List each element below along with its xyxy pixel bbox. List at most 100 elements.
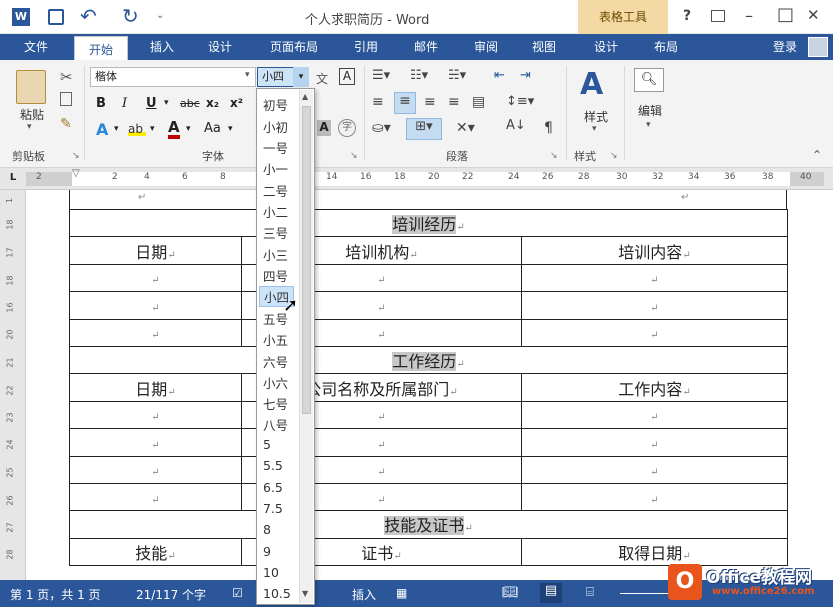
character-shading-icon[interactable]: A — [317, 120, 331, 136]
sort-icon[interactable]: A↓ — [506, 118, 526, 133]
table-cell[interactable]: ↵ — [521, 482, 788, 512]
borders-icon[interactable]: ⊞▾ — [406, 118, 442, 140]
tab-page-layout[interactable]: 页面布局 — [258, 34, 330, 60]
table-cell[interactable]: 技能↵ — [69, 537, 242, 567]
resume-table[interactable]: 培训经历↵ 日期↵ 培训机构↵ 培训内容↵ ↵ ↵ ↵ ↵ ↵ ↵ ↵ ↵ ↵ 工作经历↵ … — [69, 208, 788, 567]
table-cell[interactable]: 培训内容↵ — [521, 236, 788, 265]
table-cell[interactable]: 日期↵ — [69, 373, 242, 402]
paste-icon[interactable] — [16, 70, 46, 104]
table-cell[interactable]: ↵ — [69, 428, 242, 457]
chevron-down-icon[interactable]: ▾ — [150, 124, 155, 134]
customize-qat-icon[interactable]: ⌄ — [156, 10, 164, 21]
font-size-option[interactable]: 小二 — [263, 202, 288, 221]
chevron-down-icon[interactable]: ▾ — [646, 120, 651, 130]
close-button[interactable]: ✕ — [807, 6, 820, 24]
avatar[interactable] — [808, 37, 828, 57]
font-size-option[interactable]: 小一 — [263, 159, 288, 178]
insert-mode[interactable]: 插入 — [352, 586, 376, 603]
tab-file[interactable]: 文件 — [10, 34, 62, 60]
tab-view[interactable]: 视图 — [522, 34, 566, 60]
change-case-button[interactable]: Aa — [204, 121, 221, 136]
table-cell[interactable]: ↵ — [521, 318, 788, 347]
table-cell[interactable]: 日期↵ — [69, 236, 242, 265]
font-name-combobox[interactable]: 楷体 — [90, 67, 256, 87]
multilevel-list-icon[interactable]: ☵▾ — [448, 68, 466, 83]
web-layout-icon[interactable]: ⌸ — [586, 585, 594, 600]
word-count[interactable]: 21/117 个字 — [136, 586, 206, 603]
table-cell[interactable]: ↵ — [69, 482, 242, 512]
phonetic-guide-icon[interactable]: 文 — [316, 70, 328, 87]
paste-dropdown-icon[interactable]: ▾ — [27, 122, 32, 132]
font-size-option[interactable]: 四号 — [263, 266, 288, 285]
dropdown-scrollbar[interactable]: ▲ ▼ — [299, 90, 313, 603]
minimize-button[interactable]: – — [745, 6, 753, 25]
font-size-option[interactable]: 9 — [263, 544, 271, 559]
font-size-option[interactable]: 六号 — [263, 352, 288, 371]
font-size-option[interactable]: 10.5 — [263, 586, 291, 601]
restore-button[interactable]: □ — [777, 4, 794, 25]
align-left-icon[interactable]: ≡ — [372, 94, 384, 110]
table-cell[interactable]: ↵ — [69, 263, 242, 293]
enclose-characters-icon[interactable]: 字 — [338, 119, 356, 137]
chevron-down-icon[interactable]: ▾ — [164, 98, 169, 108]
copy-icon[interactable] — [60, 92, 72, 106]
bullets-icon[interactable]: ☰▾ — [372, 68, 390, 83]
macro-record-icon[interactable]: ▦ — [396, 586, 407, 600]
read-mode-icon[interactable]: 📖︎ — [502, 585, 519, 600]
text-effects-icon[interactable]: A — [96, 120, 108, 139]
clipboard-launcher-icon[interactable]: ↘ — [72, 151, 80, 161]
tab-selector-icon[interactable]: L — [6, 172, 20, 186]
horizontal-ruler[interactable]: L 2 2 4 6 8 14 16 18 20 22 24 26 28 30 3… — [0, 168, 833, 190]
show-formatting-marks-icon[interactable]: ¶ — [544, 120, 553, 136]
print-layout-icon[interactable]: ▤ — [540, 583, 562, 603]
character-border-icon[interactable]: A — [339, 68, 355, 85]
table-cell[interactable]: ↵ — [69, 318, 242, 347]
underline-button[interactable]: U — [146, 96, 157, 111]
font-size-option[interactable]: 8 — [263, 522, 271, 537]
proofing-icon[interactable]: ☑ — [232, 586, 243, 600]
highlight-color-icon[interactable]: ab — [128, 122, 146, 136]
font-size-option[interactable]: 初号 — [263, 95, 288, 114]
table-cell[interactable]: ↵ — [69, 400, 242, 430]
paste-button[interactable]: 粘贴 — [14, 106, 50, 123]
justify-icon[interactable]: ≡ — [448, 94, 460, 110]
save-icon[interactable] — [48, 9, 64, 25]
font-size-dropdown-list[interactable]: 初号 小初 一号 小一 二号 小二 三号 小三 四号 小四 五号 小五 六号 小… — [256, 88, 315, 605]
strikethrough-button[interactable]: abc — [180, 97, 200, 110]
scroll-up-icon[interactable]: ▲ — [302, 92, 308, 101]
tab-review[interactable]: 审阅 — [464, 34, 508, 60]
section-header-training[interactable]: 培训经历↵ — [69, 208, 788, 238]
tab-mailings[interactable]: 邮件 — [404, 34, 448, 60]
help-button[interactable]: ? — [683, 8, 691, 24]
cut-icon[interactable]: ✂ — [60, 68, 73, 86]
section-header-work[interactable]: 工作经历↵ — [69, 345, 788, 375]
superscript-button[interactable]: x² — [230, 96, 243, 110]
table-cell[interactable]: 工作内容↵ — [521, 373, 788, 402]
paragraph-dialog-launcher-icon[interactable]: ↘ — [550, 151, 558, 161]
font-size-option[interactable]: 七号 — [263, 394, 288, 413]
font-size-option[interactable]: 三号 — [263, 223, 288, 242]
scroll-thumb[interactable] — [302, 106, 311, 414]
redo-icon[interactable]: ↻ — [122, 4, 139, 28]
indent-marker-icon[interactable]: ▽ — [72, 168, 80, 179]
distributed-icon[interactable]: ▤ — [472, 94, 485, 110]
tab-home[interactable]: 开始 — [74, 36, 128, 60]
asian-layout-icon[interactable]: ✕▾ — [456, 120, 475, 136]
font-size-dropdown-button[interactable]: ▾ — [293, 67, 309, 87]
table-cell[interactable]: ↵ — [521, 428, 788, 457]
styles-gallery-icon[interactable]: A — [580, 68, 603, 102]
font-size-option[interactable]: 小五 — [263, 330, 288, 349]
undo-icon[interactable]: ↶ — [80, 4, 97, 28]
table-cell[interactable]: ↵ — [521, 263, 788, 293]
font-size-option[interactable]: 小六 — [263, 373, 288, 392]
ribbon-display-options-icon[interactable] — [711, 10, 725, 22]
binoculars-icon[interactable]: 🔍︎ — [634, 68, 664, 92]
font-size-option[interactable]: 6.5 — [263, 480, 283, 495]
font-size-option[interactable]: 八号 — [263, 415, 288, 434]
table-cell[interactable]: ↵ — [521, 455, 788, 484]
increase-indent-icon[interactable]: ⇥ — [520, 68, 531, 83]
tab-table-design[interactable]: 设计 — [584, 34, 628, 60]
tab-insert[interactable]: 插入 — [140, 34, 184, 60]
italic-button[interactable]: I — [122, 96, 127, 111]
section-header-skills[interactable]: 技能及证书↵ — [69, 510, 788, 539]
